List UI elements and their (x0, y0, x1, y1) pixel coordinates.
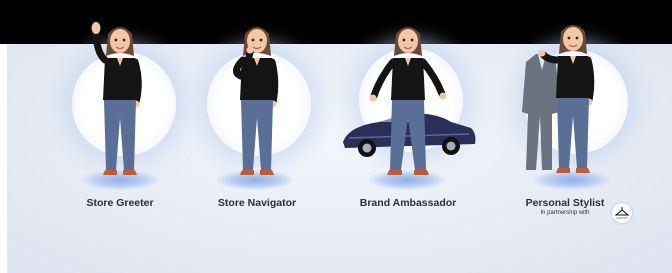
role-card-store-greeter: Store Greeter (45, 0, 195, 229)
role-title: Brand Ambassador (359, 197, 457, 209)
partner-logo: stitchfix (612, 203, 632, 223)
left-white-strip (0, 44, 7, 273)
role-card-store-navigator: Store Navigator (182, 0, 332, 229)
partner-logo-text: stitchfix (616, 216, 628, 220)
avatar-presenting (369, 27, 447, 175)
role-title: Store Navigator (217, 197, 297, 209)
role-card-brand-ambassador: Brand Ambassador (333, 0, 483, 229)
avatar-pointing (233, 27, 279, 175)
avatar-holding-suit (538, 25, 595, 173)
avatar-waving (91, 22, 142, 175)
role-title: Store Greeter (86, 197, 154, 209)
role-card-personal-stylist: Personal Stylist In partnership with (490, 0, 640, 229)
